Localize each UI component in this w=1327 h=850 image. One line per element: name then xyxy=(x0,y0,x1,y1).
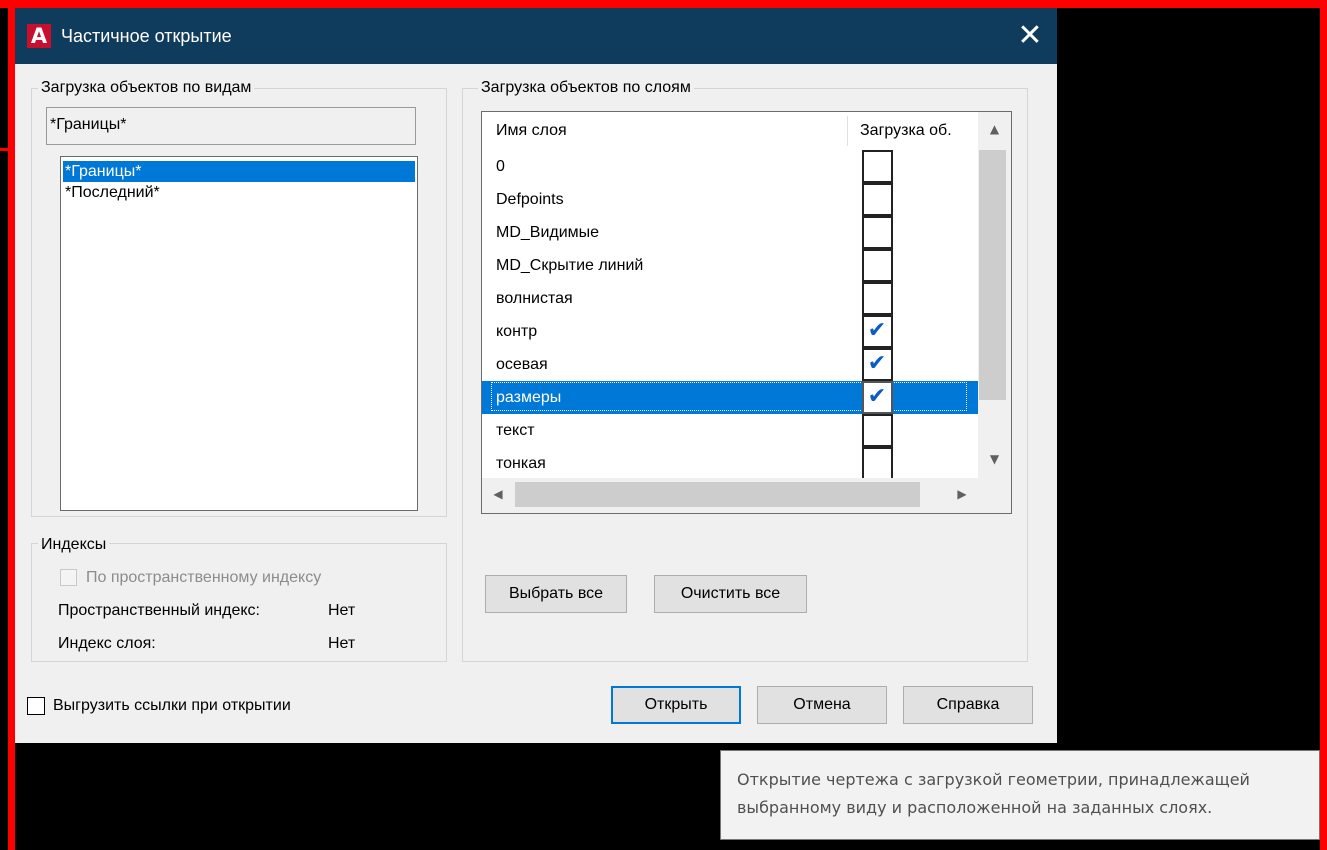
layers-rows: 0 Defpoints MD_Видимые MD_Скрытие линий … xyxy=(482,150,978,478)
column-separator[interactable] xyxy=(847,116,848,146)
horizontal-scroll-thumb[interactable] xyxy=(515,482,920,507)
autocad-app-icon: A xyxy=(27,24,51,48)
tooltip-line-1: Открытие чертежа с загрузкой геометрии, … xyxy=(737,770,1250,789)
vertical-scroll-thumb[interactable] xyxy=(979,150,1006,400)
load-checkbox[interactable]: ✔ xyxy=(862,381,893,414)
layer-index-value: Нет xyxy=(328,635,356,652)
cancel-button[interactable]: Отмена xyxy=(757,686,887,724)
view-item-limits[interactable]: *Границы* xyxy=(63,161,415,182)
unload-refs-checkbox[interactable] xyxy=(27,697,45,715)
load-checkbox[interactable] xyxy=(862,249,893,282)
table-row[interactable]: Defpoints xyxy=(482,183,978,216)
scroll-left-icon[interactable]: ◀ xyxy=(486,487,510,501)
partial-open-dialog: A Частичное открытие ✕ Загрузка объектов… xyxy=(15,8,1057,743)
table-row[interactable]: 0 xyxy=(482,150,978,183)
check-icon: ✔ xyxy=(867,351,887,376)
column-header-load[interactable]: Загрузка об. xyxy=(860,112,952,150)
scroll-right-icon[interactable]: ▶ xyxy=(950,487,974,501)
table-row[interactable]: контр ✔ xyxy=(482,315,978,348)
table-row[interactable]: текст xyxy=(482,414,978,447)
scrollbar-corner xyxy=(978,478,1011,513)
window-title: Частичное открытие xyxy=(61,26,232,46)
annotation-frame-left xyxy=(8,0,15,850)
load-checkbox[interactable]: ✔ xyxy=(862,315,893,348)
open-button[interactable]: Открыть xyxy=(611,686,741,724)
title-bar[interactable]: A Частичное открытие ✕ xyxy=(15,8,1057,64)
annotation-frame-tick xyxy=(0,148,16,151)
views-list[interactable]: *Границы* *Последний* xyxy=(60,156,418,511)
table-row[interactable]: MD_Скрытие линий xyxy=(482,249,978,282)
current-view-field: *Границы* xyxy=(46,107,416,145)
load-checkbox[interactable] xyxy=(862,216,893,249)
annotation-frame-top xyxy=(0,0,1327,8)
focus-rectangle xyxy=(491,382,967,411)
load-checkbox[interactable]: ✔ xyxy=(862,348,893,381)
clear-all-button[interactable]: Очистить все xyxy=(654,575,807,613)
select-all-button[interactable]: Выбрать все xyxy=(485,575,627,613)
spatial-index-value: Нет xyxy=(328,602,356,619)
load-checkbox[interactable] xyxy=(862,414,893,447)
spatial-index-checkbox[interactable] xyxy=(60,569,77,586)
check-icon: ✔ xyxy=(867,318,887,343)
table-row-selected[interactable]: размеры ✔ xyxy=(482,381,978,414)
annotation-frame-right xyxy=(1320,0,1327,850)
table-row[interactable]: осевая ✔ xyxy=(482,348,978,381)
table-row[interactable]: волнистая xyxy=(482,282,978,315)
spatial-index-checkbox-label: По пространственному индексу xyxy=(86,569,322,586)
close-icon[interactable]: ✕ xyxy=(1010,16,1050,56)
load-checkbox[interactable] xyxy=(862,447,893,478)
load-checkbox[interactable] xyxy=(862,150,893,183)
load-checkbox[interactable] xyxy=(862,282,893,315)
layers-table[interactable]: Имя слоя Загрузка об. 0 Defpoints MD_Вид… xyxy=(481,111,1012,514)
layer-index-label: Индекс слоя: xyxy=(58,635,156,652)
index-group-label: Индексы xyxy=(38,535,110,555)
check-icon: ✔ xyxy=(867,384,887,409)
table-row[interactable]: тонкая xyxy=(482,447,978,478)
open-button-tooltip: Открытие чертежа с загрузкой геометрии, … xyxy=(720,750,1320,840)
scroll-up-icon[interactable]: ▲ xyxy=(978,122,1011,136)
unload-refs-label: Выгрузить ссылки при открытии xyxy=(53,697,291,714)
views-group-label: Загрузка объектов по видам xyxy=(38,78,255,98)
layers-group-label: Загрузка объектов по слоям xyxy=(478,78,694,98)
scroll-down-icon[interactable]: ▼ xyxy=(978,452,1011,466)
spatial-index-label: Пространственный индекс: xyxy=(58,602,260,619)
tooltip-line-2: выбранному виду и расположенной на задан… xyxy=(737,798,1213,817)
table-row[interactable]: MD_Видимые xyxy=(482,216,978,249)
column-header-layer-name[interactable]: Имя слоя xyxy=(496,112,567,150)
help-button[interactable]: Справка xyxy=(903,686,1033,724)
view-item-last[interactable]: *Последний* xyxy=(63,182,415,203)
load-checkbox[interactable] xyxy=(862,183,893,216)
